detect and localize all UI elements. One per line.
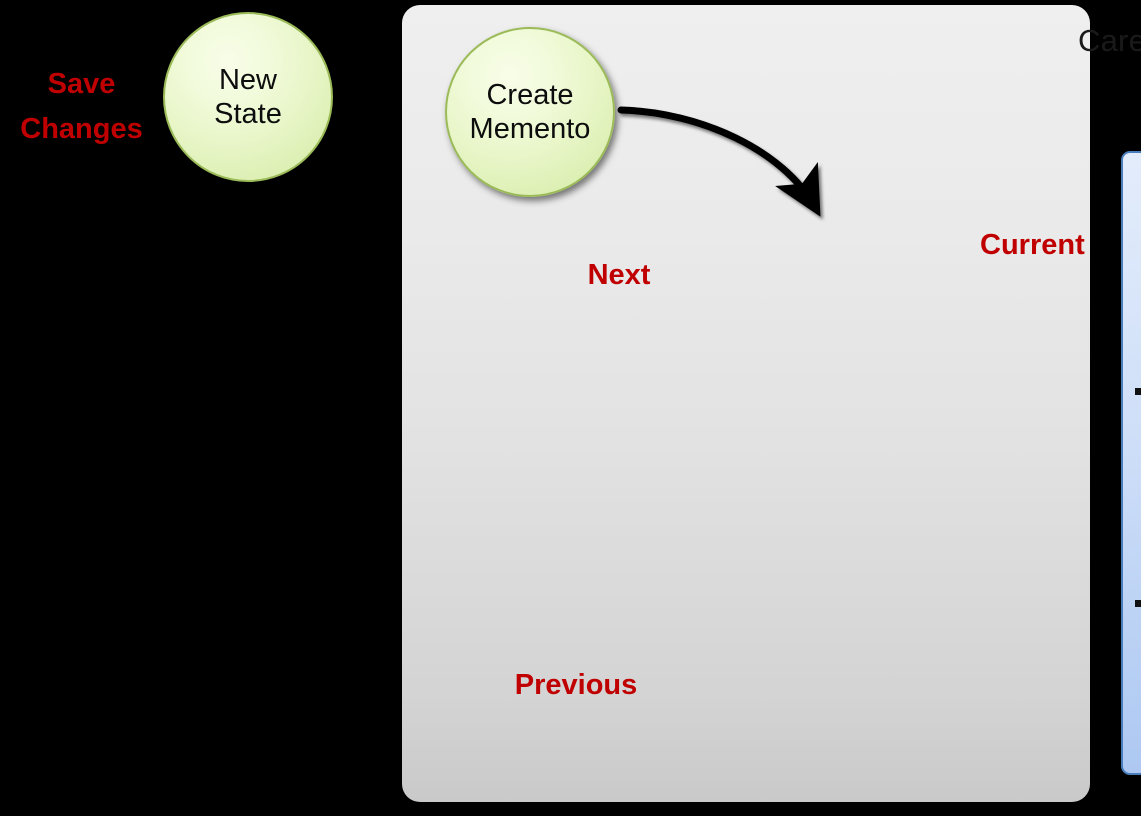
create-memento-node[interactable]: Create Memento [445, 27, 615, 197]
new-state-label-line1: New [218, 63, 277, 96]
diagram-canvas: Careteker Memento V3 V2 V1 New State Cre… [0, 0, 1141, 816]
create-memento-label-line2: Memento [469, 113, 591, 145]
previous-label: Previous [514, 669, 638, 701]
current-label: Current [980, 229, 1085, 261]
next-label: Next [587, 259, 651, 291]
create-memento-label-line1: Create [486, 78, 574, 111]
save-changes-line2: Changes [20, 112, 143, 145]
memento-title: Memento [1123, 167, 1141, 201]
memento-divider [1135, 388, 1141, 395]
memento-divider [1135, 600, 1141, 607]
save-changes-line1: Save [47, 68, 116, 100]
new-state-label-line2: State [214, 98, 282, 130]
save-changes-label: Save Changes [0, 62, 163, 152]
new-state-node[interactable]: New State [163, 12, 333, 182]
careteker-title: Careteker [1078, 23, 1141, 58]
